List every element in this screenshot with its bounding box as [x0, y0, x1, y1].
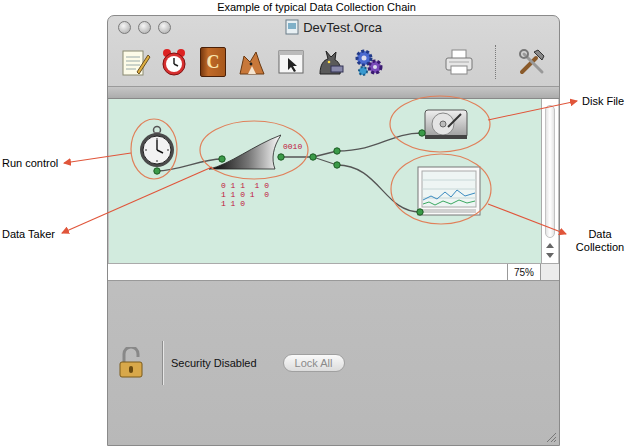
data-bits-stream: 0 1 1 1 01 1 0 1 01 1 0	[221, 181, 269, 208]
histogram-icon	[417, 166, 481, 216]
data-taker-icon	[209, 133, 281, 171]
lock-all-button[interactable]: Lock All	[283, 354, 345, 372]
zoom-button[interactable]	[158, 21, 171, 34]
document-icon	[285, 19, 299, 35]
annotation-arrow	[64, 153, 131, 163]
annotation-ellipse	[391, 154, 491, 224]
connector-dot[interactable]	[154, 168, 160, 174]
catalog-book: C	[200, 47, 226, 77]
annotation-arrow	[488, 101, 577, 120]
hard-disk-icon	[423, 105, 469, 143]
fox-icon[interactable]	[235, 45, 269, 79]
bits-line: 1 1 0 1 0	[221, 190, 269, 199]
zoom-field[interactable]: 75%	[507, 264, 541, 280]
data-bits: 0010	[283, 142, 302, 151]
connector-dot[interactable]	[417, 209, 423, 215]
printer-icon[interactable]	[442, 45, 476, 79]
minimize-button[interactable]	[138, 21, 151, 34]
canvas-area: 0010 0 1 1 1 01 1 0 1 01 1 0	[109, 99, 558, 263]
catalog-icon[interactable]: C	[196, 45, 230, 79]
annotation-label: Data Collection	[570, 228, 630, 254]
connector-dot[interactable]	[219, 156, 225, 162]
annotation-arrow	[62, 167, 212, 233]
gears-icon[interactable]	[352, 45, 386, 79]
run-control-node[interactable]	[137, 121, 177, 169]
resize-grip-icon[interactable]	[545, 431, 557, 443]
horizontal-scroll-bar: 75%	[108, 263, 559, 281]
annotation-ellipse	[200, 121, 308, 179]
caption: Example of typical Data Collection Chain	[0, 0, 633, 15]
toolbar-separator	[495, 45, 496, 79]
padlock-icon[interactable]	[118, 347, 144, 379]
annotation-label: Disk File	[582, 95, 624, 108]
connector-dot[interactable]	[419, 130, 425, 136]
cat-icon[interactable]	[313, 45, 347, 79]
connector-dot[interactable]	[334, 148, 340, 154]
bits-line: 1 1 0	[221, 199, 269, 208]
connector-dot[interactable]	[278, 154, 284, 160]
alarm-clock-icon[interactable]	[157, 45, 191, 79]
data-collection-node[interactable]	[417, 166, 481, 216]
bits-line: 0 1 1 1 0	[221, 181, 269, 190]
title-bar[interactable]: DevTest.Orca	[108, 16, 559, 38]
scroll-up-icon[interactable]	[546, 243, 554, 248]
connector-dot[interactable]	[334, 162, 340, 168]
window-icon[interactable]	[274, 45, 308, 79]
disk-file-node[interactable]	[423, 105, 469, 143]
connector-dot[interactable]	[310, 154, 316, 160]
window-controls	[118, 21, 174, 34]
stopwatch-icon	[137, 121, 177, 169]
canvas-header-strip	[108, 86, 559, 99]
tools-icon[interactable]	[515, 45, 549, 79]
annotation-overlay	[0, 0, 633, 446]
annotation-arrow	[488, 204, 566, 234]
security-status: Security Disabled	[171, 357, 257, 369]
data-taker-node[interactable]: 0010 0 1 1 1 01 1 0 1 01 1 0	[209, 129, 309, 211]
horizontal-scrollbar[interactable]	[108, 264, 507, 280]
annotation-ellipse	[390, 96, 490, 152]
window-title: DevTest.Orca	[174, 19, 493, 35]
close-button[interactable]	[118, 21, 131, 34]
diagram-canvas[interactable]: 0010 0 1 1 1 01 1 0 1 01 1 0	[109, 99, 541, 263]
vertical-scrollbar[interactable]	[541, 99, 558, 263]
annotation-label: Run control	[2, 157, 58, 170]
scroll-down-icon[interactable]	[546, 253, 554, 258]
notepad-icon[interactable]	[118, 45, 152, 79]
toolbar: C	[108, 38, 559, 86]
security-bar: Security Disabled Lock All	[108, 281, 559, 445]
scroll-thumb[interactable]	[545, 105, 555, 238]
bar-divider	[162, 341, 163, 385]
annotation-label: Data Taker	[2, 228, 55, 241]
orca-window: DevTest.Orca C 0010 0 1 1 1 01 1 0 1 01 1 0…	[107, 15, 560, 446]
annotation-ellipse	[131, 119, 177, 179]
page: Example of typical Data Collection Chain…	[0, 0, 633, 446]
connection-wires	[109, 99, 541, 263]
